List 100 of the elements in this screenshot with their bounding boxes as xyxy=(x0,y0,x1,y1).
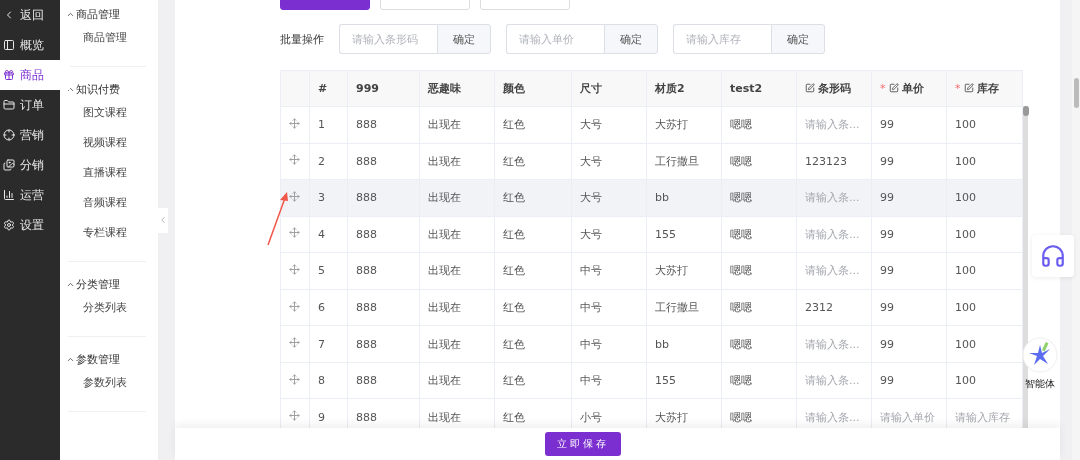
drag-handle-icon[interactable] xyxy=(289,373,300,385)
submenu-group-title[interactable]: 分类管理 xyxy=(66,276,146,292)
support-button[interactable] xyxy=(1032,235,1074,277)
table-cell[interactable]: 100 xyxy=(946,179,1023,217)
submenu-item[interactable]: 商品管理 xyxy=(68,22,146,52)
table-cell: 155 xyxy=(646,362,722,399)
drag-handle-icon[interactable] xyxy=(289,300,300,312)
nav-item[interactable]: 营销 xyxy=(0,120,60,150)
submenu-group-title[interactable]: 参数管理 xyxy=(66,351,146,367)
batch-input[interactable]: 请输入库存 xyxy=(673,24,771,54)
column-label: 恶趣味 xyxy=(428,82,461,95)
confirm-button[interactable]: 确定 xyxy=(437,24,491,54)
nav-item[interactable]: 返回 xyxy=(0,0,60,30)
drag-handle-icon[interactable] xyxy=(289,337,300,349)
table-cell[interactable]: 99 xyxy=(871,362,947,399)
table-cell[interactable]: 100 xyxy=(946,325,1023,363)
confirm-button[interactable]: 确定 xyxy=(604,24,658,54)
table-cell: 红色 xyxy=(494,179,572,217)
nav-item[interactable]: 商品 xyxy=(0,60,70,90)
column-label: 尺寸 xyxy=(580,82,602,95)
agent-label: 智能体 xyxy=(1025,377,1055,391)
table-cell: 6 xyxy=(309,289,348,326)
chevron-left-icon xyxy=(158,215,168,225)
table-cell: 出现在 xyxy=(419,325,495,363)
table-cell: 大苏打 xyxy=(646,252,722,290)
bar-chart-icon xyxy=(3,189,15,201)
submenu-item[interactable]: 图文课程 xyxy=(68,97,146,127)
table-cell: bb xyxy=(646,325,722,363)
table-cell[interactable]: 100 xyxy=(946,252,1023,290)
table-cell: 中号 xyxy=(571,289,647,326)
table-cell: 888 xyxy=(347,143,420,180)
table-cell[interactable]: 99 xyxy=(871,252,947,290)
table-cell: 中号 xyxy=(571,325,647,363)
table-cell: 嗯嗯 xyxy=(721,325,797,363)
table-cell: 红色 xyxy=(494,289,572,326)
table-cell: 155 xyxy=(646,216,722,253)
headset-icon xyxy=(1040,243,1066,269)
save-button[interactable]: 立即保存 xyxy=(544,432,621,456)
table-cell[interactable]: 100 xyxy=(946,362,1023,399)
nav-item[interactable]: 运营 xyxy=(0,180,60,210)
table-cell[interactable]: 99 xyxy=(871,106,947,144)
drag-handle-icon[interactable] xyxy=(289,117,300,129)
drag-handle-icon[interactable] xyxy=(289,154,300,166)
nav-item[interactable]: 概览 xyxy=(0,30,60,60)
table-cell: 888 xyxy=(347,179,420,217)
table-cell: 888 xyxy=(347,216,420,253)
table-cell: 888 xyxy=(347,398,420,428)
drag-handle-icon[interactable] xyxy=(289,227,300,239)
table-cell[interactable]: 100 xyxy=(946,143,1023,180)
table-cell[interactable]: 100 xyxy=(946,216,1023,253)
drag-handle-icon[interactable] xyxy=(289,410,300,422)
table-cell: 出现在 xyxy=(419,216,495,253)
table-cell: 红色 xyxy=(494,398,572,428)
table-cell: 红色 xyxy=(494,252,572,290)
table-cell[interactable]: 99 xyxy=(871,289,947,326)
table-cell: 红色 xyxy=(494,325,572,363)
batch-input[interactable]: 请输入单价 xyxy=(506,24,604,54)
table-cell[interactable]: 99 xyxy=(871,216,947,253)
table-cell: 出现在 xyxy=(419,362,495,399)
table-cell: 出现在 xyxy=(419,143,495,180)
table-cell: 红色 xyxy=(494,143,572,180)
edit-icon xyxy=(963,83,974,93)
nav-item[interactable]: 订单 xyxy=(0,90,60,120)
drag-handle-icon[interactable] xyxy=(289,190,300,202)
table-cell[interactable]: 99 xyxy=(871,325,947,363)
nav-item[interactable]: 分销 xyxy=(0,150,60,180)
table-cell[interactable]: 99 xyxy=(871,143,947,180)
table-cell[interactable]: 123123 xyxy=(796,143,872,180)
submenu-item[interactable]: 视频课程 xyxy=(68,127,146,157)
table-cell: 工行撒旦 xyxy=(646,289,722,326)
agent-button[interactable] xyxy=(1022,337,1058,373)
image-icon xyxy=(3,159,15,171)
nav-item[interactable]: 设置 xyxy=(0,210,60,240)
table-cell: 2 xyxy=(309,143,348,180)
folder-icon xyxy=(3,99,15,111)
page-scrollbar[interactable] xyxy=(1072,0,1080,460)
submenu-item[interactable]: 参数列表 xyxy=(68,367,146,397)
submenu-item[interactable]: 音频课程 xyxy=(68,187,146,217)
table-cell: 小号 xyxy=(571,398,647,428)
table-cell: 888 xyxy=(347,325,420,363)
confirm-button[interactable]: 确定 xyxy=(771,24,825,54)
submenu-group-title[interactable]: 商品管理 xyxy=(66,6,146,22)
submenu-group-label: 分类管理 xyxy=(76,276,120,292)
table-cell: 红色 xyxy=(494,106,572,144)
batch-input[interactable]: 请输入条形码 xyxy=(339,24,437,54)
table-cell: 大苏打 xyxy=(646,398,722,428)
table-cell: 嗯嗯 xyxy=(721,252,797,290)
submenu-item[interactable]: 直播课程 xyxy=(68,157,146,187)
table-cell[interactable]: 2312 xyxy=(796,289,872,326)
column-label: test2 xyxy=(730,82,763,95)
table-cell[interactable]: 100 xyxy=(946,106,1023,144)
table-cell[interactable]: 99 xyxy=(871,179,947,217)
column-label: # xyxy=(318,82,328,95)
submenu-item[interactable]: 专栏课程 xyxy=(68,217,146,247)
table-cell: 嗯嗯 xyxy=(721,216,797,253)
table-cell[interactable]: 100 xyxy=(946,289,1023,326)
table-cell: 出现在 xyxy=(419,289,495,326)
submenu-item[interactable]: 分类列表 xyxy=(68,292,146,322)
drag-handle-icon[interactable] xyxy=(289,263,300,275)
collapse-handle[interactable] xyxy=(158,207,168,233)
